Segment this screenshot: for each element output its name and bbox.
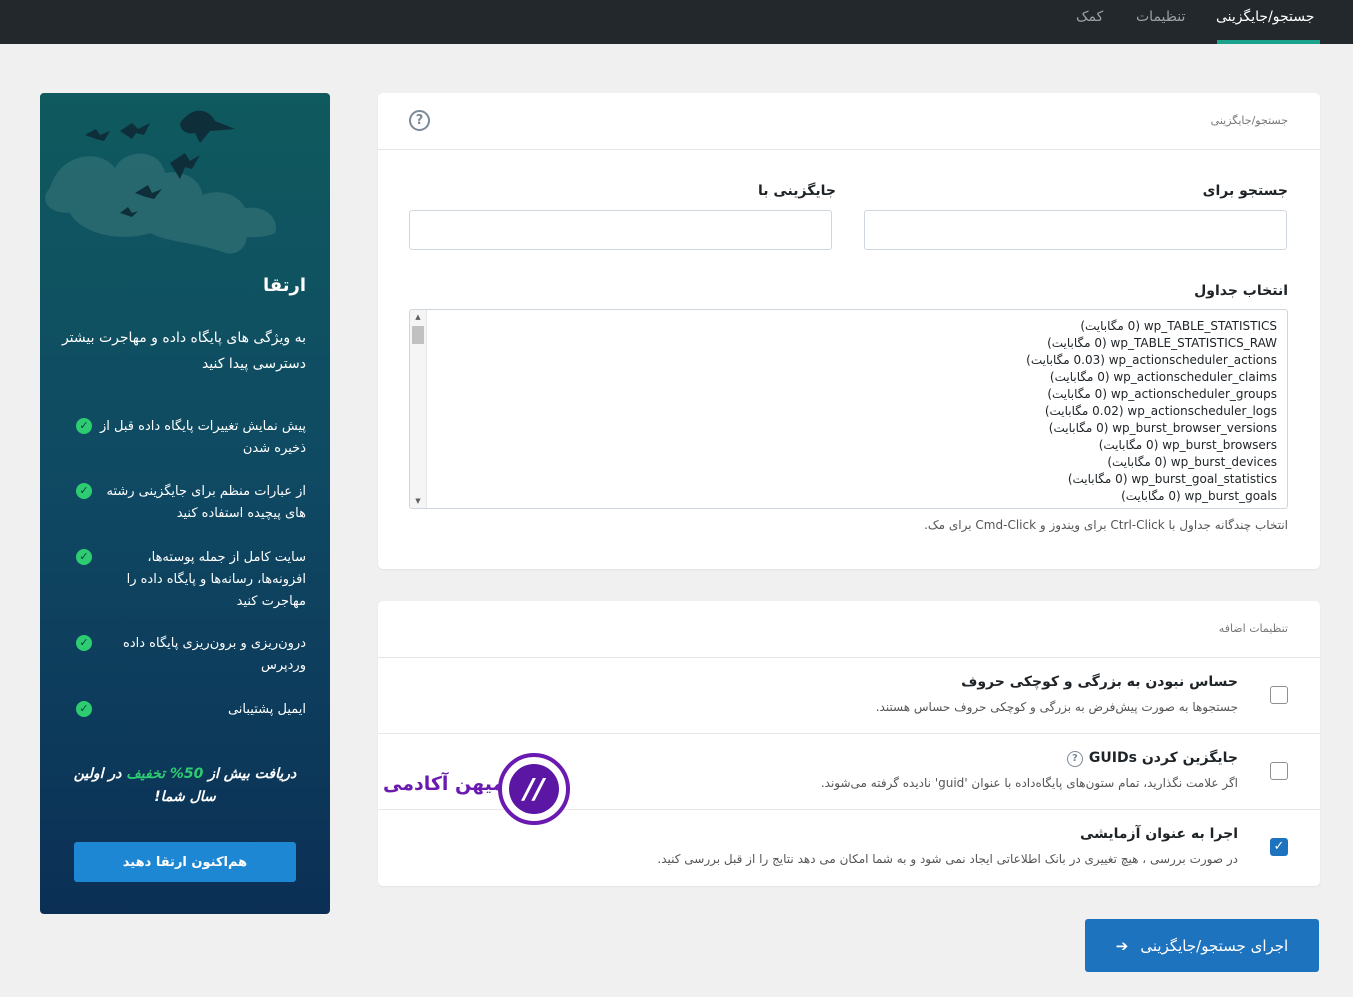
feature-text: ایمیل پشتیبانی <box>227 702 306 717</box>
check-circle-icon: ✓ <box>76 483 92 499</box>
option-desc: اگر علامت نگذارید، تمام ستون‌های پایگاه‌… <box>820 776 1238 790</box>
tables-hint: انتخاب چندگانه جداول با Ctrl-Click برای … <box>924 518 1288 532</box>
birds-clouds-illustration <box>45 110 276 254</box>
card-title: جستجو/جایگزینی <box>1210 114 1288 127</box>
replace-guids-checkbox[interactable] <box>1270 762 1288 780</box>
option-title: اجرا به عنوان آزمایشی <box>1079 826 1238 842</box>
watermark-logo-icon: // <box>498 753 570 825</box>
scroll-up-arrow-icon[interactable]: ▲ <box>410 310 426 324</box>
scroll-down-arrow-icon[interactable]: ▼ <box>410 494 426 508</box>
table-option[interactable]: wp_burst_goals (0 مگابایت) <box>437 488 1277 505</box>
case-insensitive-checkbox[interactable] <box>1270 686 1288 704</box>
tab-settings[interactable]: تنظیمات <box>1136 0 1185 44</box>
upgrade-subtitle: به ویژگی های پایگاه داده و مهاجرت بیشتر … <box>61 330 306 372</box>
replace-with-input[interactable] <box>409 210 832 250</box>
arrow-right-icon: ➔ <box>1115 936 1129 955</box>
table-option[interactable]: wp_burst_goal_statistics (0 مگابایت) <box>437 471 1277 488</box>
table-option[interactable]: wp_burst_browsers (0 مگابایت) <box>437 437 1277 454</box>
watermark-logo-mark: // <box>509 764 559 814</box>
watermark-text: میهن آکادمی <box>383 773 505 795</box>
top-nav-bar: جستجو/جایگزینی تنظیمات کمک <box>0 0 1353 44</box>
dry-run-checkbox[interactable]: ✓ <box>1270 838 1288 856</box>
feature-item: ایمیل پشتیبانی ✓ <box>51 699 306 721</box>
search-for-label: جستجو برای <box>1202 183 1288 199</box>
option-title: حساس نبودن به بزرگی و کوچکی حروف <box>961 674 1238 690</box>
check-circle-icon: ✓ <box>76 418 92 434</box>
active-tab-indicator <box>1217 40 1320 44</box>
table-option[interactable]: wp_actionscheduler_claims (0 مگابایت) <box>437 369 1277 386</box>
table-list: wp_TABLE_STATISTICS (0 مگابایت) wp_TABLE_… <box>437 318 1277 505</box>
feature-text: از عبارات منظم برای جایگزینی رشته های پی… <box>106 484 306 521</box>
card-title: تنظیمات اضافه <box>1218 622 1288 635</box>
check-circle-icon: ✓ <box>76 635 92 651</box>
table-option[interactable]: wp_actionscheduler_logs (0.02 مگابایت) <box>437 403 1277 420</box>
option-desc: جستجوها به صورت پیش‌فرض به بزرگی و کوچکی… <box>875 700 1238 714</box>
feature-text: سایت کامل از جمله پوسته‌ها، افزونه‌ها، ر… <box>126 550 306 609</box>
feature-item: سایت کامل از جمله پوسته‌ها، افزونه‌ها، ر… <box>51 547 306 613</box>
option-title-text: جایگزین کردن GUIDs <box>1088 750 1238 766</box>
help-icon[interactable]: ? <box>409 110 430 131</box>
search-replace-card: جستجو/جایگزینی ? جستجو برای جایگزینی با … <box>378 93 1320 569</box>
replace-with-label: جایگزینی با <box>758 183 836 199</box>
tab-search-replace[interactable]: جستجو/جایگزینی <box>1216 0 1314 44</box>
scroll-thumb[interactable] <box>412 326 424 344</box>
upgrade-now-button[interactable]: هم‌اکنون ارتقا دهید <box>74 842 296 882</box>
upgrade-sidebar: ارتقا به ویژگی های پایگاه داده و مهاجرت … <box>40 93 330 914</box>
extra-settings-card: تنظیمات اضافه حساس نبودن به بزرگی و کوچک… <box>378 601 1320 886</box>
feature-text: درون‌ریزی و برون‌ریزی پایگاه داده وردپرس <box>123 636 306 673</box>
feature-item: پیش نمایش تغییرات پایگاه داده قبل از ذخی… <box>51 416 306 460</box>
option-case-insensitive: حساس نبودن به بزرگی و کوچکی حروف جستجوها… <box>378 658 1320 734</box>
select-tables-label: انتخاب جداول <box>1194 283 1288 299</box>
card-header: تنظیمات اضافه <box>378 601 1320 658</box>
listbox-scrollbar[interactable]: ▲ ▼ <box>410 310 427 508</box>
feature-text: پیش نمایش تغییرات پایگاه داده قبل از ذخی… <box>100 419 306 456</box>
promo-text: دریافت بیش از 50% تخفیف در اولین سال شما… <box>70 763 300 809</box>
help-icon[interactable]: ? <box>1066 751 1083 767</box>
table-option[interactable]: wp_TABLE_STATISTICS (0 مگابایت) <box>437 318 1277 335</box>
promo-prefix: دریافت بیش از <box>203 766 297 782</box>
card-header: جستجو/جایگزینی ? <box>378 93 1320 150</box>
run-button-label: اجرای جستجو/جایگزینی <box>1140 936 1289 955</box>
table-option[interactable]: wp_burst_devices (0 مگابایت) <box>437 454 1277 471</box>
table-option[interactable]: wp_actionscheduler_actions (0.03 مگابایت… <box>437 352 1277 369</box>
tab-help[interactable]: کمک <box>1076 0 1103 44</box>
check-circle-icon: ✓ <box>76 701 92 717</box>
table-option[interactable]: wp_actionscheduler_groups (0 مگابایت) <box>437 386 1277 403</box>
check-circle-icon: ✓ <box>76 549 92 565</box>
search-for-input[interactable] <box>864 210 1287 250</box>
tables-listbox[interactable]: ▲ ▼ wp_TABLE_STATISTICS (0 مگابایت) wp_TA… <box>409 309 1288 509</box>
option-desc: در صورت بررسی ، هیچ تغییری در بانک اطلاع… <box>657 852 1238 866</box>
feature-item: از عبارات منظم برای جایگزینی رشته های پی… <box>51 481 306 525</box>
table-option[interactable]: wp_TABLE_STATISTICS_RAW (0 مگابایت) <box>437 335 1277 352</box>
table-option[interactable]: wp_burst_browser_versions (0 مگابایت) <box>437 420 1277 437</box>
feature-item: درون‌ریزی و برون‌ریزی پایگاه داده وردپرس… <box>51 633 306 677</box>
promo-discount: 50% تخفیف <box>126 766 204 782</box>
run-search-replace-button[interactable]: اجرای جستجو/جایگزینی ➔ <box>1085 919 1319 972</box>
option-title: جایگزین کردن GUIDs? <box>1066 750 1238 767</box>
upgrade-title: ارتقا <box>262 275 306 296</box>
